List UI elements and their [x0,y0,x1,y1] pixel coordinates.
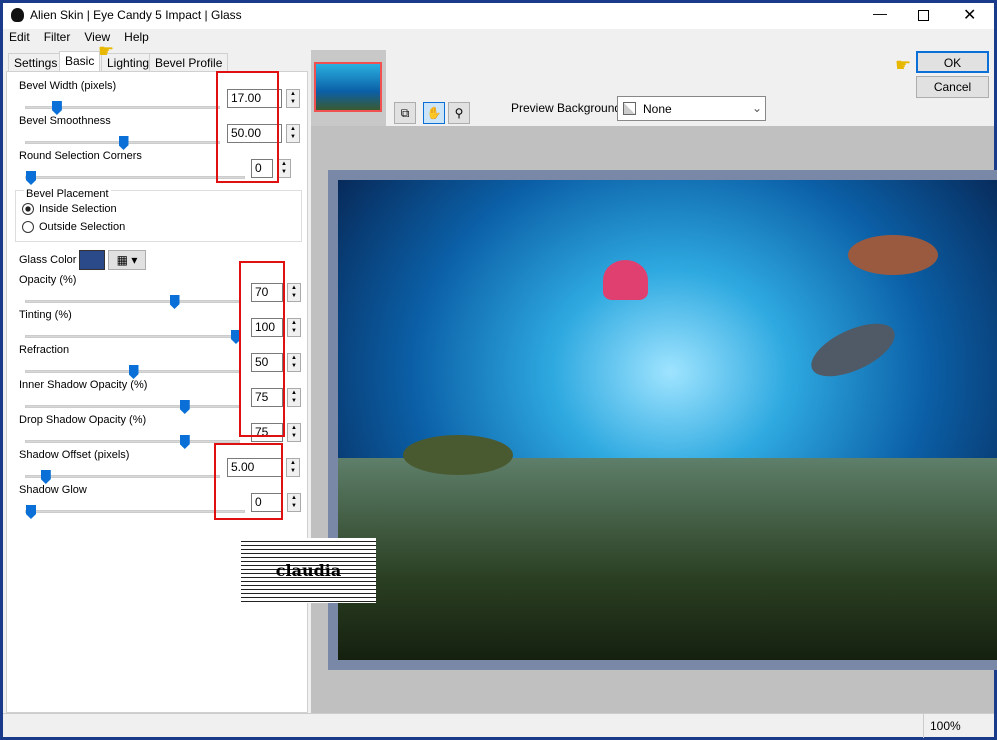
dolphin-shape [803,312,903,388]
slider-track[interactable] [25,330,241,344]
navigator-thumbnail[interactable] [314,62,382,112]
control-label: Shadow Glow [19,484,87,496]
control-label: Round Selection Corners [19,150,142,162]
menu-help[interactable]: Help [124,30,149,44]
zoom-level: 100% [930,719,961,733]
slider-thumb[interactable] [26,505,36,519]
preview-image [328,170,997,670]
maximize-button[interactable] [918,10,929,21]
window: Alien Skin | Eye Candy 5 Impact | Glass … [3,3,997,738]
slider-thumb[interactable] [128,365,139,379]
slider-track[interactable] [25,101,220,115]
spin-buttons[interactable]: ▲ ▼ [287,318,301,337]
checker-icon [623,102,636,115]
cancel-button[interactable]: Cancel [916,76,989,98]
preview-area[interactable] [311,126,997,713]
window-title: Alien Skin | Eye Candy 5 Impact | Glass [30,8,242,22]
control-label: Bevel Smoothness [19,115,111,127]
slider-track[interactable] [25,470,220,484]
outside-label: Outside Selection [39,221,126,233]
spin-buttons[interactable]: ▲ ▼ [287,388,301,407]
status-bar: 100% [3,713,994,738]
spin-buttons[interactable]: ▲ ▼ [287,493,301,512]
turtle-shape [403,435,513,475]
control-label: Inner Shadow Opacity (%) [19,379,148,391]
tab-bevel-profile[interactable]: Bevel Profile [149,53,229,72]
preview-background-select[interactable]: None ⌄ [617,96,766,121]
control-label: Opacity (%) [19,274,77,286]
tab-settings[interactable]: Settings [8,53,64,72]
spin-buttons[interactable]: ▲ ▼ [277,159,291,178]
highlight-box [239,261,285,437]
jellyfish-shape [603,260,648,300]
spin-buttons[interactable]: ▲ ▼ [286,89,300,108]
control-label: Tinting (%) [19,309,72,321]
inside-label: Inside Selection [39,203,117,215]
pointing-hand-icon: ☛ [895,55,912,75]
octopus-shape [848,235,938,275]
menu-bar: Edit Filter View Help [3,30,156,50]
outside-radio[interactable] [22,221,34,233]
control-label: Refraction [19,344,70,356]
slider-thumb[interactable] [26,171,36,185]
slider-thumb[interactable] [179,435,190,449]
slider-thumb[interactable] [51,101,62,115]
navigator[interactable] [311,50,386,126]
slider-track[interactable] [25,505,245,519]
title-bar: Alien Skin | Eye Candy 5 Impact | Glass … [3,3,994,29]
hand-tool-icon[interactable]: ✋ [423,102,445,124]
glass-color-label: Glass Color [19,254,77,266]
slider-track[interactable] [25,136,220,150]
ok-button[interactable]: OK [916,51,989,73]
color-picker-dropdown[interactable]: ▦ ▾ [108,250,146,270]
tab-basic[interactable]: Basic [59,51,101,72]
watermark-logo: claudia [241,538,376,603]
seabed [338,458,997,660]
slider-track[interactable] [25,171,245,185]
bevel-placement-group: Bevel Placement Inside Selection Outside… [15,188,302,242]
zoom-tool-icon[interactable]: ⚲ [448,102,470,124]
compare-icon[interactable]: ⧉ [394,102,416,124]
control-label: Bevel Width (pixels) [19,80,117,92]
spin-buttons[interactable]: ▲ ▼ [287,353,301,372]
close-button[interactable]: ✕ [963,5,976,25]
glass-color-swatch[interactable] [79,250,105,270]
slider-thumb[interactable] [40,470,51,484]
highlight-box [214,443,283,520]
app-icon [11,8,24,22]
spin-buttons[interactable]: ▲ ▼ [286,458,300,477]
menu-edit[interactable]: Edit [9,30,30,44]
spin-buttons[interactable]: ▲ ▼ [287,283,301,302]
menu-filter[interactable]: Filter [44,30,71,44]
spin-buttons[interactable]: ▲ ▼ [287,423,301,442]
preview-background-label: Preview Background: [511,101,625,115]
pointing-hand-icon: ☛ [98,41,115,61]
slider-thumb[interactable] [169,295,180,309]
highlight-box [216,71,279,183]
slider-thumb[interactable] [179,400,190,414]
slider-track[interactable] [25,365,240,379]
inside-radio[interactable] [22,203,34,215]
group-title: Bevel Placement [24,188,111,200]
control-label: Shadow Offset (pixels) [19,449,130,461]
control-label: Drop Shadow Opacity (%) [19,414,147,426]
spin-buttons[interactable]: ▲ ▼ [286,124,300,143]
minimize-button[interactable]: — [873,5,887,21]
slider-track[interactable] [25,435,240,449]
slider-thumb[interactable] [118,136,129,150]
chevron-down-icon: ⌄ [752,101,763,115]
slider-track[interactable] [25,400,240,414]
slider-track[interactable] [25,295,240,309]
preview-background-value: None [643,102,672,116]
